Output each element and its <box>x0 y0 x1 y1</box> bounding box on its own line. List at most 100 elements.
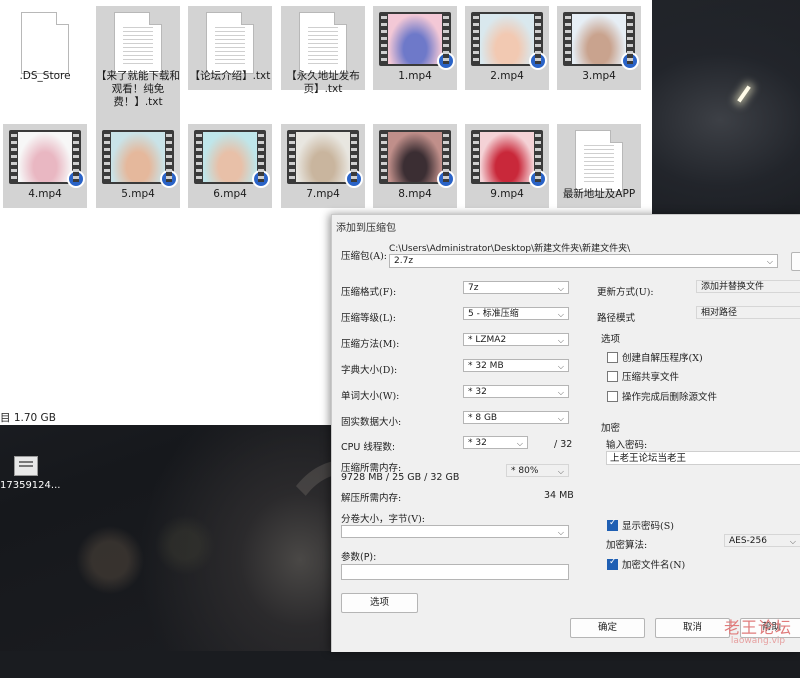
video-thumbnail: ✲ <box>557 12 641 70</box>
enc-method-label: 加密算法: <box>606 540 648 551</box>
file-item[interactable]: ✲ 8.mp4 <box>373 124 457 208</box>
chevron-down-icon: ⌵ <box>766 257 773 266</box>
file-item[interactable]: ✲ 1.mp4 <box>373 6 457 90</box>
sfx-checkbox-label: 创建自解压程序(X) <box>622 353 703 364</box>
solid-select[interactable]: * 8 GB ⌵ <box>463 411 569 424</box>
file-item[interactable]: ✲ 2.mp4 <box>465 6 549 90</box>
cpu-select[interactable]: * 32 ⌵ <box>463 436 528 449</box>
enc-method-select[interactable]: AES-256 ⌵ <box>724 534 800 547</box>
word-select[interactable]: * 32 ⌵ <box>463 385 569 398</box>
cancel-button[interactable]: 取消 <box>655 618 730 638</box>
update-label: 更新方式(U): <box>597 287 654 298</box>
password-input[interactable]: 上老王论坛当老王 <box>606 451 800 465</box>
file-name: 9.mp4 <box>490 188 524 200</box>
password-label: 输入密码: <box>606 440 648 451</box>
video-thumbnail: ✲ <box>465 12 549 70</box>
file-name: 2.mp4 <box>490 70 524 82</box>
file-item[interactable]: 最新地址及APP <box>557 124 641 208</box>
delete-source-checkbox[interactable]: 操作完成后删除源文件 <box>607 389 717 403</box>
file-name: 1.mp4 <box>398 70 432 82</box>
watermark-url: laowang.vip <box>730 636 786 646</box>
player-badge-icon: ✲ <box>529 170 547 188</box>
path-mode-select[interactable]: 相对路径 <box>696 306 800 319</box>
archive-label: 压缩包(A): <box>341 251 387 262</box>
file-name: 4.mp4 <box>28 188 62 200</box>
file-item[interactable]: 【来了就能下载和观看！纯免费！】.txt <box>96 6 180 126</box>
params-input[interactable] <box>341 564 569 580</box>
document-icon <box>281 12 365 74</box>
path-mode-label: 路径模式 <box>597 313 636 324</box>
params-label: 参数(P): <box>341 552 377 563</box>
split-select[interactable]: ⌵ <box>341 525 569 538</box>
mem-percent-select[interactable]: * 80% ⌵ <box>506 464 569 477</box>
checkbox-box <box>607 390 618 402</box>
archive-name-combo[interactable]: 2.7z ⌵ <box>389 254 778 268</box>
chevron-down-icon: ⌵ <box>557 284 564 293</box>
mem-value: 9728 MB / 25 GB / 32 GB <box>341 472 460 483</box>
watermark-text: 老王论坛 <box>724 618 793 637</box>
file-item[interactable]: ✲ 3.mp4 <box>557 6 641 90</box>
method-select[interactable]: * LZMA2 ⌵ <box>463 333 569 346</box>
shared-checkbox-label: 压缩共享文件 <box>622 372 680 383</box>
chevron-down-icon: ⌵ <box>557 414 564 423</box>
video-frame <box>480 14 534 64</box>
document-icon <box>96 12 180 74</box>
add-to-archive-dialog: 添加到压缩包 压缩包(A): C:\Users\Administrator\De… <box>331 214 800 652</box>
status-bar: 目 1.70 GB <box>0 412 56 424</box>
level-select[interactable]: 5 - 标准压缩 ⌵ <box>463 307 569 320</box>
file-name: 6.mp4 <box>213 188 247 200</box>
checkbox-box <box>607 370 618 382</box>
file-name: 8.mp4 <box>398 188 432 200</box>
video-frame <box>203 132 257 182</box>
ok-button[interactable]: 确定 <box>570 618 645 638</box>
show-password-checkbox[interactable]: 显示密码(S) <box>607 518 674 532</box>
document-icon <box>188 12 272 74</box>
format-select[interactable]: 7z ⌵ <box>463 281 569 294</box>
dict-label: 字典大小(D): <box>341 365 398 376</box>
file-item[interactable]: ✲ 4.mp4 <box>3 124 87 208</box>
file-item[interactable]: ✲ 6.mp4 <box>188 124 272 208</box>
file-name: .DS_Store <box>19 70 71 82</box>
player-badge-icon: ✲ <box>345 170 363 188</box>
browse-button[interactable] <box>791 252 800 271</box>
show-password-label: 显示密码(S) <box>622 521 674 532</box>
video-frame <box>388 14 442 64</box>
word-value: * 32 <box>468 387 487 397</box>
level-label: 压缩等级(L): <box>341 313 396 324</box>
file-item[interactable]: ✲ 9.mp4 <box>465 124 549 208</box>
file-item[interactable]: 【永久地址发布页】.txt <box>281 6 365 95</box>
split-label: 分卷大小，字节(V): <box>341 514 425 525</box>
checkbox-checked <box>607 518 618 531</box>
encrypt-names-label: 加密文件名(N) <box>622 560 686 571</box>
cpu-total: / 32 <box>554 439 573 450</box>
file-item[interactable]: ✲ 5.mp4 <box>96 124 180 208</box>
video-thumbnail: ✲ <box>3 130 87 188</box>
light-streak <box>737 85 751 103</box>
chevron-down-icon: ⌵ <box>557 467 564 476</box>
player-badge-icon: ✲ <box>529 52 547 70</box>
delete-source-label: 操作完成后删除源文件 <box>622 392 718 403</box>
update-select[interactable]: 添加并替换文件 <box>696 280 800 293</box>
file-name: 3.mp4 <box>582 70 616 82</box>
chevron-down-icon: ⌵ <box>557 336 564 345</box>
solid-label: 固实数据大小: <box>341 417 402 428</box>
options-button[interactable]: 选项 <box>341 593 418 613</box>
sfx-checkbox[interactable]: 创建自解压程序(X) <box>607 350 703 364</box>
file-item[interactable]: .DS_Store <box>3 6 87 90</box>
dict-select[interactable]: * 32 MB ⌵ <box>463 359 569 372</box>
video-thumbnail: ✲ <box>281 130 365 188</box>
player-badge-icon: ✲ <box>621 52 639 70</box>
cpu-value: * 32 <box>468 438 487 448</box>
file-item[interactable]: ✲ 7.mp4 <box>281 124 365 208</box>
options-group-title: 选项 <box>601 334 621 345</box>
shared-checkbox[interactable]: 压缩共享文件 <box>607 369 679 383</box>
desktop-file-icon[interactable]: 17359124... <box>0 456 60 496</box>
encrypt-names-checkbox[interactable]: 加密文件名(N) <box>607 557 685 571</box>
solid-value: * 8 GB <box>468 413 498 423</box>
video-thumbnail: ✲ <box>373 130 457 188</box>
file-item[interactable]: 【论坛介绍】.txt <box>188 6 272 90</box>
player-badge-icon: ✲ <box>160 170 178 188</box>
video-frame <box>388 132 442 182</box>
watermark: 老王论坛 laowang.vip <box>724 614 792 646</box>
chevron-down-icon: ⌵ <box>557 388 564 397</box>
